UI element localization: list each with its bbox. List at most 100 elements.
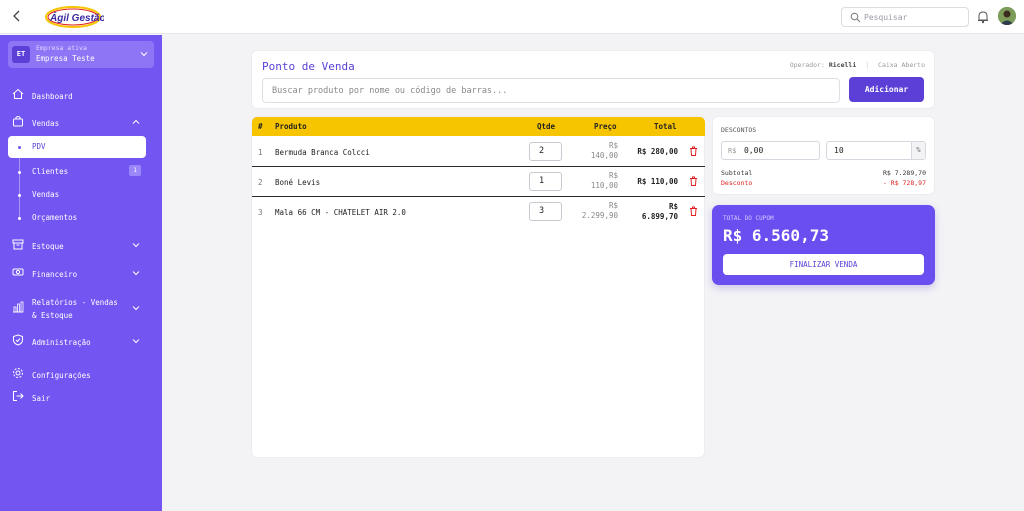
unit-price: R$ 2.299,90 — [582, 201, 618, 221]
product-name: Boné Levis — [275, 178, 321, 187]
product-name: Bermuda Branca Colcci — [275, 148, 370, 157]
items-table: # Produto Qtde Preço Total 1 Bermuda Bra… — [251, 116, 705, 458]
finish-sale-button[interactable]: FINALIZAR VENDA — [723, 254, 924, 275]
logout-icon — [13, 391, 24, 401]
price-value: 140,00 — [590, 151, 618, 160]
row-number: 1 — [258, 148, 263, 157]
company-selector[interactable]: ET Empresa ativa Empresa Teste — [8, 41, 154, 68]
chart-icon — [13, 301, 24, 313]
quantity-input[interactable]: 1 — [529, 172, 562, 191]
operator-name: Ricelli — [828, 61, 857, 69]
row-number: 2 — [258, 178, 263, 187]
discount-percent-input[interactable]: 10 % — [826, 141, 926, 160]
gear-icon — [13, 368, 23, 378]
row-total: R$ 280,00 — [637, 147, 678, 156]
chevron-down-icon — [132, 243, 140, 248]
company-initials: ET — [12, 46, 30, 63]
product-search-input[interactable]: Buscar produto por nome ou código de bar… — [262, 78, 840, 103]
chevron-up-icon — [132, 119, 140, 124]
logo-text: Ágil Gestão — [49, 11, 104, 24]
sidebar-item-label: Estoque — [32, 242, 64, 251]
chevron-down-icon — [132, 339, 140, 344]
discount-label: Desconto — [721, 179, 753, 187]
sidebar-item-label: Configurações — [32, 371, 91, 380]
company-name: Empresa Teste — [36, 54, 95, 63]
sidebar-subitem-pdv[interactable]: PDV — [8, 136, 146, 158]
product-name: Mala 66 CM - CHATELET AIR 2.0 — [275, 208, 406, 217]
sidebar-subitem-label: Vendas — [32, 190, 60, 199]
sidebar-item-label: Administração — [32, 338, 91, 347]
page-title: Ponto de Venda — [262, 60, 355, 73]
top-bar: Ágil Gestão Pesquisar — [0, 0, 1024, 34]
quantity-input[interactable]: 3 — [529, 202, 562, 221]
sidebar-item-label: Relatórios - Vendas — [32, 298, 118, 307]
subtotal-row: Subtotal R$ 7.289,70 — [721, 169, 926, 177]
price-value: 110,00 — [590, 181, 618, 190]
cash-status: Caixa Aberto — [878, 61, 925, 69]
table-row: 1 Bermuda Branca Colcci 2 R$ 140,00 R$ 28… — [252, 137, 705, 167]
price-value: 2.299,90 — [581, 211, 618, 220]
subtotal-value: R$ 7.289,70 — [882, 169, 926, 177]
total-amount: R$ 6.560,73 — [723, 226, 829, 245]
subtotal-label: Subtotal — [721, 169, 753, 177]
product-search-placeholder: Buscar produto por nome ou código de bar… — [272, 86, 508, 96]
sidebar-subitem-label: Clientes — [32, 167, 69, 176]
total-currency: R$ — [668, 202, 678, 211]
sidebar-subitem-label: Orçamentos — [32, 213, 78, 222]
row-total: R$ 6.899,70 — [642, 202, 678, 222]
chevron-down-icon — [132, 306, 140, 311]
search-input[interactable]: Pesquisar — [841, 7, 969, 27]
trash-icon[interactable] — [689, 146, 698, 156]
table-row: 2 Boné Levis 1 R$ 110,00 R$ 110,00 — [252, 167, 705, 197]
table-header: # Produto Qtde Preço Total — [252, 117, 705, 136]
col-product: Produto — [275, 122, 307, 131]
quantity-input[interactable]: 2 — [529, 142, 562, 161]
discount-value-input[interactable]: R$ 0,00 — [721, 141, 820, 160]
sidebar-item-label: Financeiro — [32, 270, 78, 279]
table-row: 3 Mala 66 CM - CHATELET AIR 2.0 3 R$ 2.29… — [252, 197, 705, 227]
search-placeholder: Pesquisar — [864, 13, 908, 22]
trash-icon[interactable] — [689, 176, 698, 186]
sidebar-item-label: Vendas — [32, 119, 60, 128]
sidebar-item-label: Dashboard — [32, 92, 73, 101]
search-icon — [850, 12, 861, 23]
col-number: # — [258, 122, 263, 131]
discount-amount: - R$ 728,97 — [882, 179, 926, 187]
operator-label: Operador: — [789, 61, 825, 69]
operator-info: Operador: Ricelli | Caixa Aberto — [789, 61, 925, 69]
box-icon — [12, 239, 24, 250]
discounts-title: DESCONTOS — [721, 126, 757, 134]
chevron-down-icon — [140, 52, 148, 57]
col-qty: Qtde — [537, 122, 556, 131]
percent-suffix: % — [911, 142, 925, 159]
chevron-down-icon — [132, 271, 140, 276]
unit-price: R$ 110,00 — [591, 171, 618, 191]
sidebar-item-label: Sair — [32, 394, 51, 403]
company-caption: Empresa ativa — [36, 44, 87, 52]
add-button[interactable]: Adicionar — [849, 77, 924, 102]
submenu-line — [19, 155, 20, 219]
logo[interactable]: Ágil Gestão — [44, 5, 106, 29]
total-caption: TOTAL DO CUPOM — [723, 215, 774, 222]
total-value: 6.899,70 — [641, 212, 678, 221]
currency-prefix: R$ — [728, 147, 737, 155]
avatar[interactable] — [998, 7, 1016, 25]
bullet-icon — [18, 217, 21, 220]
col-total: Total — [654, 122, 677, 131]
count-badge: 1 — [129, 165, 141, 176]
back-arrow-icon[interactable] — [12, 10, 24, 24]
total-card: TOTAL DO CUPOM R$ 6.560,73 FINALIZAR VEN… — [712, 205, 935, 285]
sidebar-subitem-label: PDV — [32, 142, 46, 151]
discount-percent: 10 — [834, 146, 844, 155]
trash-icon[interactable] — [689, 206, 698, 216]
discount-row: Desconto - R$ 728,97 — [721, 179, 926, 187]
row-total: R$ 110,00 — [637, 177, 678, 186]
price-currency: R$ — [608, 141, 618, 150]
shield-icon — [13, 334, 23, 346]
bag-icon — [13, 116, 23, 127]
bell-icon[interactable] — [977, 10, 989, 24]
price-currency: R$ — [608, 201, 618, 210]
col-price: Preço — [594, 122, 617, 131]
money-icon — [12, 268, 24, 276]
discounts-card: DESCONTOS R$ 0,00 10 % Subtotal R$ 7.289… — [712, 116, 935, 195]
